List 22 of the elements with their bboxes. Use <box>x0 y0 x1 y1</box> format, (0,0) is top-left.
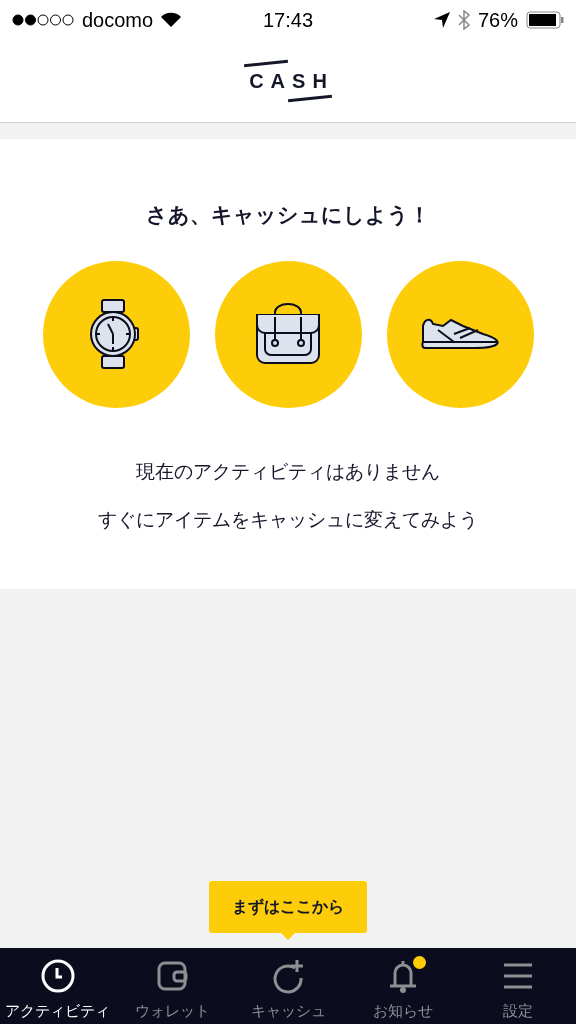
empty-message: 現在のアクティビティはありません <box>136 459 440 484</box>
tab[interactable]: アクティビティ <box>0 948 116 1024</box>
watch-icon <box>90 298 142 370</box>
location-icon <box>433 12 450 28</box>
tab[interactable]: キャッシュ <box>230 948 346 1024</box>
clock-icon <box>39 957 76 994</box>
tooltip: まずはここから <box>209 881 367 940</box>
clock-time: 17:43 <box>261 8 315 33</box>
bag-icon <box>255 303 321 365</box>
empty-title: さあ、キャッシュにしよう！ <box>146 202 430 229</box>
cash-logo: CASH <box>243 56 333 106</box>
battery-percent: 76% <box>477 8 518 33</box>
sneaker-icon <box>420 316 500 352</box>
carrier-name: docomo <box>82 8 154 33</box>
bluetooth-icon <box>457 10 470 30</box>
tab[interactable]: ウォレット <box>115 948 231 1024</box>
signal-icon <box>12 14 74 26</box>
tab[interactable]: お知らせ <box>345 948 461 1024</box>
tab[interactable]: 設定 <box>460 948 576 1024</box>
empty-hint: すぐにアイテムをキャッシュに変えてみよう <box>98 508 478 532</box>
wifi-icon <box>161 12 182 28</box>
battery-icon <box>526 11 564 29</box>
